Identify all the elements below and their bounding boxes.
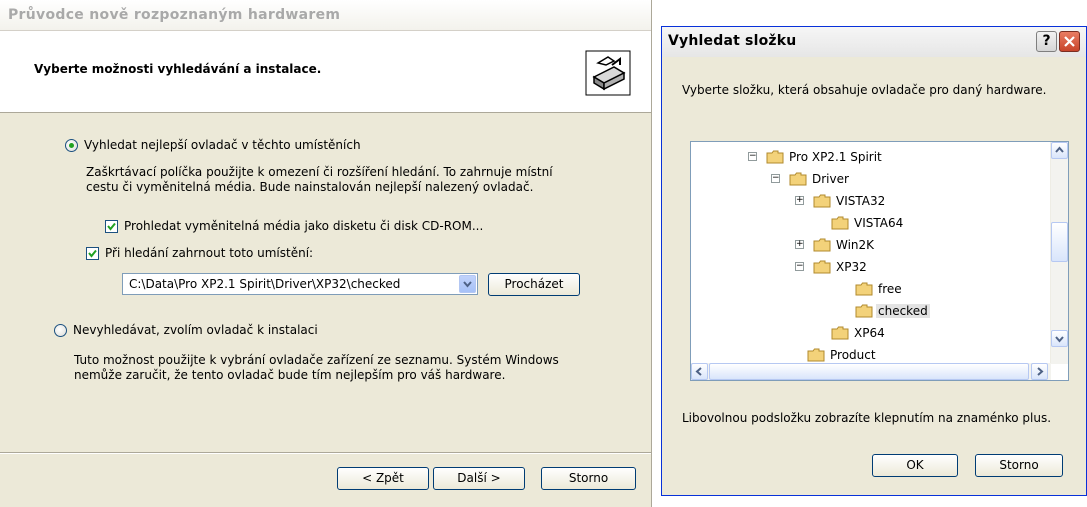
chevron-down-icon [463, 281, 472, 288]
next-button[interactable]: Další > [433, 467, 525, 490]
wizard-title-bar[interactable]: Průvodce nově rozpoznaným hardwarem [0, 0, 651, 31]
chevron-up-icon [1055, 146, 1064, 153]
close-button[interactable] [1059, 31, 1080, 52]
back-button[interactable]: < Zpět [337, 467, 429, 490]
chevron-down-icon [1055, 336, 1064, 343]
help-button[interactable]: ? [1036, 31, 1057, 52]
manual-option-radio[interactable] [54, 324, 67, 337]
wizard-separator [0, 452, 651, 454]
folder-icon [831, 326, 849, 340]
folder-icon [813, 238, 831, 252]
folder-icon [855, 304, 873, 318]
include-location-checkbox[interactable] [86, 247, 99, 260]
search-option-radio[interactable] [65, 139, 78, 152]
scroll-left-button[interactable] [691, 363, 708, 380]
tree-node-label: VISTA32 [836, 194, 886, 208]
search-option-description-1: Zaškrtávací políčka použijte k omezení č… [86, 165, 553, 179]
folder-icon [807, 348, 825, 362]
tree-vertical-scrollbar[interactable] [1050, 142, 1068, 364]
dialog-description: Vyberte složku, která obsahuje ovladače … [682, 83, 1047, 97]
tree-node[interactable]: − Pro XP2.1 Spirit [691, 148, 1046, 168]
wizard-heading: Vyberte možnosti vyhledávání a instalace… [34, 62, 322, 76]
location-combobox[interactable]: C:\Data\Pro XP2.1 Spirit\Driver\XP32\che… [122, 273, 478, 295]
tree-node[interactable]: free [691, 280, 1046, 300]
chevron-right-icon [1037, 367, 1044, 376]
tree-node-label: VISTA64 [854, 216, 904, 230]
expand-icon[interactable]: + [795, 240, 804, 249]
folder-icon [789, 172, 807, 186]
tree-node[interactable]: checked [691, 302, 1046, 322]
chevron-left-icon [695, 367, 702, 376]
search-option-label[interactable]: Vyhledat nejlepší ovladač v těchto umíst… [84, 138, 361, 152]
checkmark-icon [88, 249, 97, 258]
browse-folder-dialog: Vyhledat složku ? Vyberte složku, která … [661, 26, 1087, 496]
wizard-header: Vyberte možnosti vyhledávání a instalace… [0, 31, 651, 113]
tree-node-label: XP32 [836, 260, 867, 274]
collapse-icon[interactable]: − [795, 262, 804, 271]
folder-icon [766, 150, 784, 164]
collapse-icon[interactable]: − [771, 174, 780, 183]
search-option-description-2: cestu či vyměnitelná média. Bude nainsta… [86, 180, 534, 194]
dialog-hint: Libovolnou podsložku zobrazíte klepnutím… [682, 411, 1052, 425]
folder-icon [831, 216, 849, 230]
removable-media-label[interactable]: Prohledat vyměnitelná média jako disketu… [124, 219, 483, 233]
manual-option-description-1: Tuto možnost použijte k vybrání ovladače… [74, 353, 559, 367]
scroll-up-button[interactable] [1051, 142, 1068, 159]
folder-icon [813, 194, 831, 208]
tree-node[interactable]: + Win2K [691, 236, 1046, 256]
ok-button[interactable]: OK [872, 454, 958, 477]
combo-dropdown-button[interactable] [459, 275, 476, 293]
manual-option-description-2: nemůže zaručit, že tento ovladač bude tí… [74, 368, 506, 382]
collapse-icon[interactable]: − [748, 152, 757, 161]
tree-node[interactable]: − XP32 [691, 258, 1046, 278]
close-icon [1064, 36, 1075, 47]
folder-tree[interactable]: − Pro XP2.1 Spirit − Driver + VISTA32 VISTA64 +… [690, 141, 1069, 381]
tree-node-label: Pro XP2.1 Spirit [789, 150, 882, 164]
wizard-title: Průvodce nově rozpoznaným hardwarem [8, 7, 341, 23]
browse-button[interactable]: Procházet [488, 273, 580, 296]
tree-node-label: Driver [812, 172, 849, 186]
tree-horizontal-scrollbar[interactable] [691, 363, 1051, 380]
tree-node-label: Product [830, 348, 876, 362]
tree-node-label: free [878, 282, 902, 296]
tree-node[interactable]: − Driver [691, 170, 1046, 190]
horizontal-scroll-thumb[interactable] [709, 363, 1029, 380]
cancel-button[interactable]: Storno [541, 467, 636, 490]
dialog-cancel-button[interactable]: Storno [975, 454, 1063, 477]
folder-icon [813, 260, 831, 274]
checkmark-icon [107, 222, 116, 231]
hardware-install-icon [585, 50, 631, 96]
removable-media-checkbox[interactable] [105, 220, 118, 233]
hardware-wizard-window: Průvodce nově rozpoznaným hardwarem Vybe… [0, 0, 652, 507]
tree-node[interactable]: VISTA64 [691, 214, 1046, 234]
tree-node-label: Win2K [836, 238, 875, 252]
tree-node-label: XP64 [854, 326, 885, 340]
expand-icon[interactable]: + [795, 196, 804, 205]
location-value: C:\Data\Pro XP2.1 Spirit\Driver\XP32\che… [129, 277, 401, 291]
tree-node[interactable]: + VISTA32 [691, 192, 1046, 212]
dialog-title-bar[interactable]: Vyhledat složku ? [662, 27, 1086, 57]
scroll-thumb[interactable] [1051, 222, 1068, 262]
scroll-down-button[interactable] [1051, 330, 1068, 347]
tree-node-label: checked [876, 304, 930, 318]
manual-option-label[interactable]: Nevyhledávat, zvolím ovladač k instalaci [73, 323, 318, 337]
tree-node[interactable]: XP64 [691, 324, 1046, 344]
include-location-label[interactable]: Při hledání zahrnout toto umístění: [105, 246, 313, 260]
folder-icon [855, 282, 873, 296]
dialog-title: Vyhledat složku [668, 33, 797, 49]
scroll-right-button[interactable] [1031, 363, 1048, 380]
